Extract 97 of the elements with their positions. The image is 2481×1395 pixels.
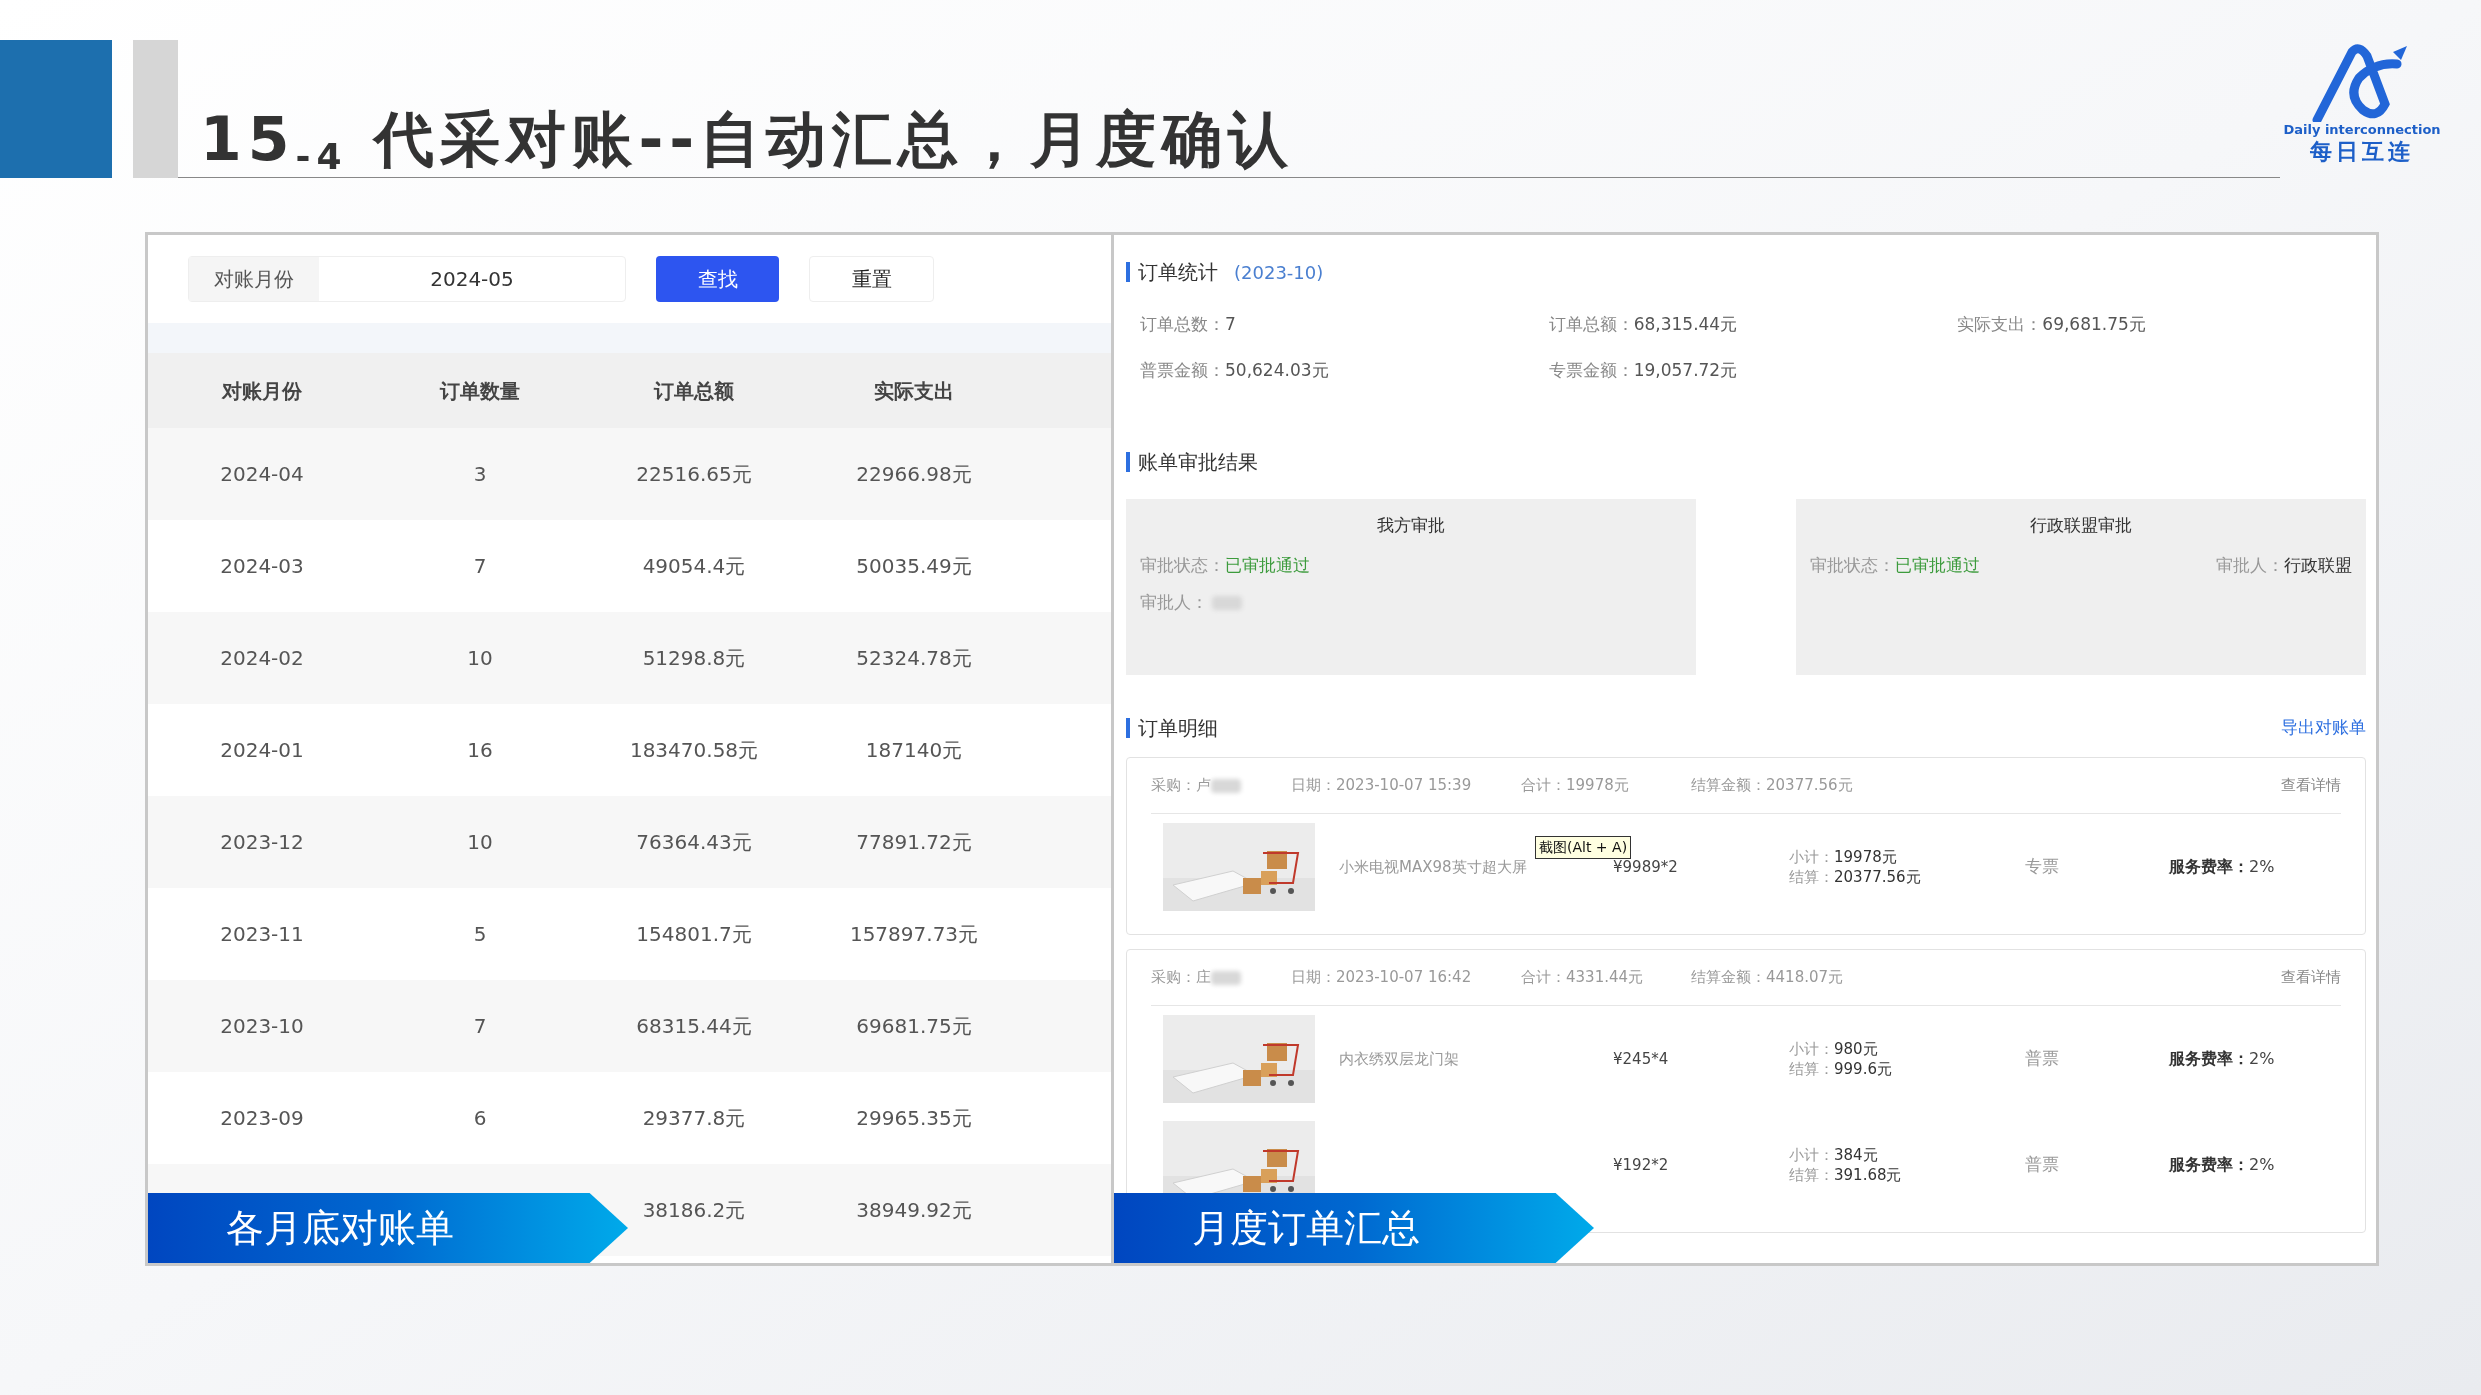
detail-link[interactable]: 查看详情 (2281, 966, 2341, 989)
table-cell-text: 154801.7元 (636, 921, 752, 948)
stat-text: 专票金额：19,057.72元 (1548, 359, 1739, 382)
column-header: 订单数量 (440, 377, 520, 405)
settle-text: 结算：20377.56元 (1789, 867, 1922, 887)
total-text: 合计：19978元 (1521, 775, 1630, 797)
table-cell-text: 183470.58元 (629, 737, 759, 764)
card-title: 行政联盟审批 (2030, 514, 2132, 537)
table-cell-text: 76364.43元 (636, 829, 752, 856)
logo-name: 每日互连 (2310, 138, 2414, 166)
table-cell-text: 10 (467, 645, 493, 672)
settle-text: 结算：999.6元 (1789, 1059, 1893, 1079)
section-marker (1126, 452, 1130, 472)
table-cell-text: 16 (467, 737, 493, 764)
stat-text: 普票金额：50,624.03元 (1140, 359, 1330, 382)
table-cell-text: 50035.49元 (856, 553, 972, 580)
period-label: (2023-10) (1234, 260, 1324, 285)
export-link[interactable]: 导出对账单 (2281, 715, 2366, 741)
field-value: 2024-05 (429, 266, 515, 293)
approver-text: 审批人：行政联盟 (2216, 553, 2352, 577)
stat-text: 订单总额：68,315.44元 (1548, 313, 1739, 336)
table-cell-text: 77891.72元 (856, 829, 972, 856)
slide-title: 15$_{-4}$ 代采对账--自动汇总，月度确认 (200, 109, 1295, 177)
table-cell-text: 29377.8元 (642, 1105, 746, 1132)
total-text: 合计：4331.44元 (1521, 967, 1645, 989)
table-cell-text: 10 (467, 829, 493, 856)
table-cell-text: 2023-12 (220, 829, 304, 856)
field-label: 对账月份 (189, 257, 319, 301)
table-cell-text: 52324.78元 (856, 645, 972, 672)
banner-ribbon: 月度订单汇总 (1114, 1193, 1594, 1263)
table-cell-text: 5 (473, 921, 487, 948)
table-cell-text: 29965.35元 (856, 1105, 972, 1132)
date-text: 日期：2023-10-07 16:42 (1291, 967, 1473, 989)
subtotal-text: 小计：19978元 (1789, 847, 1898, 867)
settle-total-text: 结算金额：4418.07元 (1691, 967, 1844, 989)
table-cell-text: 2023-11 (220, 921, 304, 948)
table-cell-text: 2023-10 (220, 1013, 304, 1040)
column-header: 订单总额 (654, 377, 734, 405)
stat-text: 订单总数：7 (1140, 313, 1237, 336)
table-cell-text: 49054.4元 (642, 553, 746, 580)
product-name: 小米电视MAX98英寸超大屏 (1339, 858, 1527, 876)
table-cell-text: 38949.92元 (856, 1197, 972, 1224)
date-text: 日期：2023-10-07 15:39 (1291, 775, 1473, 797)
table-cell-text: 157897.73元 (849, 921, 979, 948)
reset-button[interactable]: 重置 (809, 256, 934, 302)
price-text: ¥192*2 (1613, 1154, 1670, 1176)
table-cell-text: 187140元 (865, 737, 963, 764)
table-cell-text: 68315.44元 (636, 1013, 752, 1040)
banner-ribbon: 各月底对账单 (148, 1193, 628, 1263)
section-title: 账单审批结果 (1138, 449, 1258, 476)
invoice-type: 专票 (2025, 855, 2060, 879)
table-cell-text: 2024-01 (220, 737, 304, 764)
price-text: ¥9989*2 (1613, 856, 1679, 878)
buyer-text: 采购：卢 (1151, 775, 1211, 797)
column-header: 对账月份 (222, 377, 302, 405)
fee-rate: 服务费率：2% (2169, 1048, 2275, 1070)
table-cell-text: 7 (473, 553, 487, 580)
invoice-type: 普票 (2025, 1047, 2060, 1071)
settle-total-text: 结算金额：20377.56元 (1691, 775, 1853, 797)
subtotal-text: 小计：980元 (1789, 1039, 1879, 1059)
invoice-type: 普票 (2025, 1153, 2060, 1177)
blurred-name (1211, 970, 1241, 985)
settle-text: 结算：391.68元 (1789, 1165, 1903, 1185)
table-cell-text: 69681.75元 (856, 1013, 972, 1040)
status-text: 审批状态：已审批通过 (1810, 553, 1980, 577)
tooltip: 截图(Alt + A) (1535, 836, 1632, 859)
status-text: 审批状态：已审批通过 (1140, 553, 1310, 577)
price-text: ¥245*4 (1613, 1048, 1670, 1070)
logo-text: Daily interconnection (2283, 122, 2441, 139)
table-cell-text: 2024-04 (220, 461, 304, 488)
fee-rate: 服务费率：2% (2169, 1154, 2275, 1176)
stat-text: 实际支出：69,681.75元 (1957, 313, 2147, 336)
table-cell-text: 2024-03 (220, 553, 304, 580)
table-cell-text: 2024-02 (220, 645, 304, 672)
month-field[interactable]: 对账月份 2024-05 (188, 256, 626, 302)
section-marker (1126, 262, 1130, 282)
table-cell-text: 6 (473, 1105, 487, 1132)
table-cell-text: 38186.2元 (642, 1197, 746, 1224)
product-name: 内衣绣双层龙门架 (1339, 1050, 1459, 1068)
search-button[interactable]: 查找 (656, 256, 779, 302)
blurred-name (1211, 778, 1241, 793)
section-title: 订单明细 (1138, 715, 1218, 742)
approver-label: 审批人： (1140, 591, 1208, 614)
detail-link[interactable]: 查看详情 (2281, 774, 2341, 797)
table-cell-text: 22516.65元 (636, 461, 752, 488)
section-marker (1126, 718, 1130, 738)
section-title: 订单统计 (1138, 259, 1218, 286)
column-header: 实际支出 (874, 377, 954, 405)
subtotal-text: 小计：384元 (1789, 1145, 1879, 1165)
card-title: 我方审批 (1377, 514, 1445, 537)
table-cell-text: 22966.98元 (856, 461, 972, 488)
fee-rate: 服务费率：2% (2169, 856, 2275, 878)
table-cell-text: 7 (473, 1013, 487, 1040)
table-cell-text: 51298.8元 (642, 645, 746, 672)
buyer-text: 采购：庄 (1151, 967, 1211, 989)
table-cell-text: 2023-09 (220, 1105, 304, 1132)
table-cell-text: 3 (473, 461, 487, 488)
